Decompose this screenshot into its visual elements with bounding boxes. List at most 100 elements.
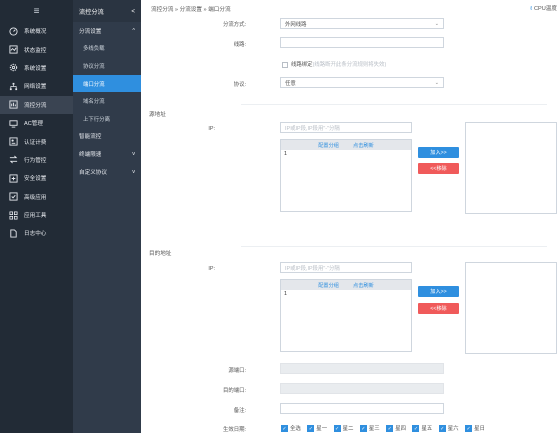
- checkbox-checked-icon[interactable]: ✓: [307, 425, 315, 433]
- subnav-item-port[interactable]: 端口分流: [73, 74, 141, 93]
- collapse-icon[interactable]: <: [131, 8, 135, 15]
- dst-ip-placeholder: IP或IP段,IP段用"-"分隔: [285, 265, 340, 272]
- list-item[interactable]: 1: [281, 290, 411, 299]
- subnav-group-smart[interactable]: 智能流控: [73, 128, 141, 146]
- day-option: ✓ 星六: [438, 425, 459, 433]
- sidebar-item-flow-control[interactable]: 流控分流: [0, 95, 73, 114]
- subnav-item-domain[interactable]: 域名分流: [73, 92, 141, 110]
- flow-control-icon: [8, 100, 18, 110]
- sidebar-item-behavior[interactable]: 行为管控: [0, 151, 73, 169]
- checkbox-checked-icon[interactable]: ✓: [359, 425, 367, 433]
- chevron-down-icon: v: [132, 168, 135, 175]
- refresh-link[interactable]: 点击刷新: [353, 142, 374, 149]
- method-select[interactable]: 外网线路 ⌄: [280, 18, 444, 29]
- config-group-link[interactable]: 配置分组: [318, 282, 339, 289]
- subnav-item-updown[interactable]: 上下行分离: [73, 110, 141, 128]
- sidebar-item-label: 行为管控: [24, 157, 47, 164]
- src-list-header: 配置分组 点击刷新: [281, 140, 411, 150]
- cpu-indicator: ℓ CPU温度: [530, 4, 557, 12]
- dst-port-label: 目的端口:: [222, 388, 246, 394]
- dst-add-button[interactable]: 加入>>: [418, 286, 459, 297]
- line-label: 线路:: [233, 42, 246, 48]
- remark-input[interactable]: [280, 403, 444, 414]
- method-label: 分流方式:: [222, 22, 246, 28]
- sidebar-item-monitor[interactable]: 状态监控: [0, 40, 73, 58]
- subnav-item-protocol[interactable]: 协议分流: [73, 57, 141, 75]
- src-remove-button[interactable]: <<移除: [418, 163, 459, 174]
- checkbox-checked-icon[interactable]: ✓: [438, 425, 446, 433]
- day-option: ✓ 星三: [359, 425, 380, 433]
- src-selected-list[interactable]: [465, 122, 557, 214]
- dst-list-header: 配置分组 点击刷新: [281, 280, 411, 290]
- sidebar-item-log[interactable]: 日志中心: [0, 224, 73, 242]
- tools-icon: [8, 210, 18, 220]
- day-option: ✓ 星一: [307, 425, 328, 433]
- dst-section-title: 目的地址: [149, 251, 172, 257]
- sidebar-item-label: 日志中心: [24, 231, 47, 238]
- day-option: ✓ 星日: [465, 425, 485, 433]
- dst-group-list[interactable]: 配置分组 点击刷新 1: [280, 279, 412, 352]
- src-ip-placeholder: IP或IP段,IP段用"-"分隔: [285, 125, 340, 132]
- subnav-title: 流控分流: [79, 8, 104, 16]
- dst-port-input[interactable]: [280, 383, 444, 394]
- refresh-link[interactable]: 点击刷新: [353, 282, 374, 289]
- sidebar-item-dashboard[interactable]: 系统概况: [0, 22, 73, 40]
- line-input[interactable]: [280, 37, 444, 48]
- checkbox-checked-icon[interactable]: ✓: [281, 425, 288, 433]
- ac-icon: [8, 118, 18, 128]
- days-label: 生效日期:: [222, 427, 246, 433]
- protocol-select[interactable]: 任意 ⌄: [280, 77, 444, 88]
- line-bind-hint: (线路断开此条分流规则将失效): [312, 62, 387, 68]
- network-icon: [8, 81, 18, 91]
- chevron-down-icon: ⌄: [434, 79, 439, 86]
- src-ip-input[interactable]: IP或IP段,IP段用"-"分隔: [280, 122, 412, 133]
- config-group-link[interactable]: 配置分组: [318, 142, 339, 149]
- sidebar-item-label: 网络设置: [24, 84, 47, 91]
- dst-ip-input[interactable]: IP或IP段,IP段用"-"分隔: [280, 262, 412, 273]
- subnav-group-speedlimit[interactable]: 终端限速 v: [73, 145, 141, 163]
- checkbox-checked-icon[interactable]: ✓: [333, 425, 341, 433]
- src-add-button[interactable]: 加入>>: [418, 147, 459, 158]
- src-ip-label: IP:: [208, 126, 215, 132]
- checkbox-checked-icon[interactable]: ✓: [386, 425, 394, 433]
- sidebar-item-ac[interactable]: AC管理: [0, 114, 73, 132]
- subnav-item-multiline[interactable]: 多线负载: [73, 40, 141, 58]
- secondary-sidebar: 流控分流 < 分流设置 ^ 多线负载 协议分流 端口分流 域名分流 上下行分离 …: [73, 0, 141, 433]
- menu-toggle-icon[interactable]: ≡: [0, 0, 73, 22]
- subnav-group-split[interactable]: 分流设置 ^: [73, 22, 141, 40]
- sidebar-item-tools[interactable]: 应用工具: [0, 206, 73, 224]
- line-bind-checkbox[interactable]: [282, 61, 288, 68]
- src-group-list[interactable]: 配置分组 点击刷新 1: [280, 139, 412, 212]
- subnav-group-label: 终端限速: [79, 151, 102, 158]
- dashboard-icon: [8, 26, 18, 36]
- sidebar-item-network[interactable]: 网络设置: [0, 77, 73, 95]
- monitor-icon: [8, 45, 18, 55]
- sidebar-item-security[interactable]: 安全设置: [0, 169, 73, 187]
- subnav-group-label: 自定义协议: [79, 169, 107, 176]
- subnav-group-label: 智能流控: [79, 134, 102, 141]
- list-item[interactable]: 1: [281, 150, 411, 159]
- subnav-group-label: 分流设置: [79, 28, 102, 35]
- sidebar-item-advanced[interactable]: 高级应用: [0, 188, 73, 206]
- checkbox-checked-icon[interactable]: ✓: [465, 425, 473, 433]
- subnav-header: 流控分流 <: [73, 0, 141, 22]
- remark-label: 备注:: [233, 408, 246, 414]
- security-icon: [8, 173, 18, 183]
- src-port-input[interactable]: [280, 363, 444, 374]
- sidebar-item-label: 流控分流: [24, 102, 47, 109]
- line-bind-label: 线路绑定: [291, 62, 313, 68]
- sidebar-item-label: 系统概况: [24, 29, 47, 36]
- dst-ip-label: IP:: [208, 266, 215, 272]
- chevron-down-icon: ⌄: [434, 20, 439, 27]
- checkbox-checked-icon[interactable]: ✓: [412, 425, 420, 433]
- sidebar-item-label: 认证计费: [24, 139, 47, 146]
- src-section-title: 源地址: [149, 112, 166, 118]
- sidebar-item-auth[interactable]: 认证计费: [0, 132, 73, 150]
- dst-remove-button[interactable]: <<移除: [418, 303, 459, 314]
- behavior-icon: [8, 155, 18, 165]
- subnav-group-custom[interactable]: 自定义协议 v: [73, 163, 141, 181]
- dst-selected-list[interactable]: [465, 262, 557, 354]
- day-option: ✓ 全选: [281, 425, 301, 433]
- method-value: 外网线路: [285, 21, 307, 28]
- sidebar-item-settings[interactable]: 系统设置: [0, 59, 73, 77]
